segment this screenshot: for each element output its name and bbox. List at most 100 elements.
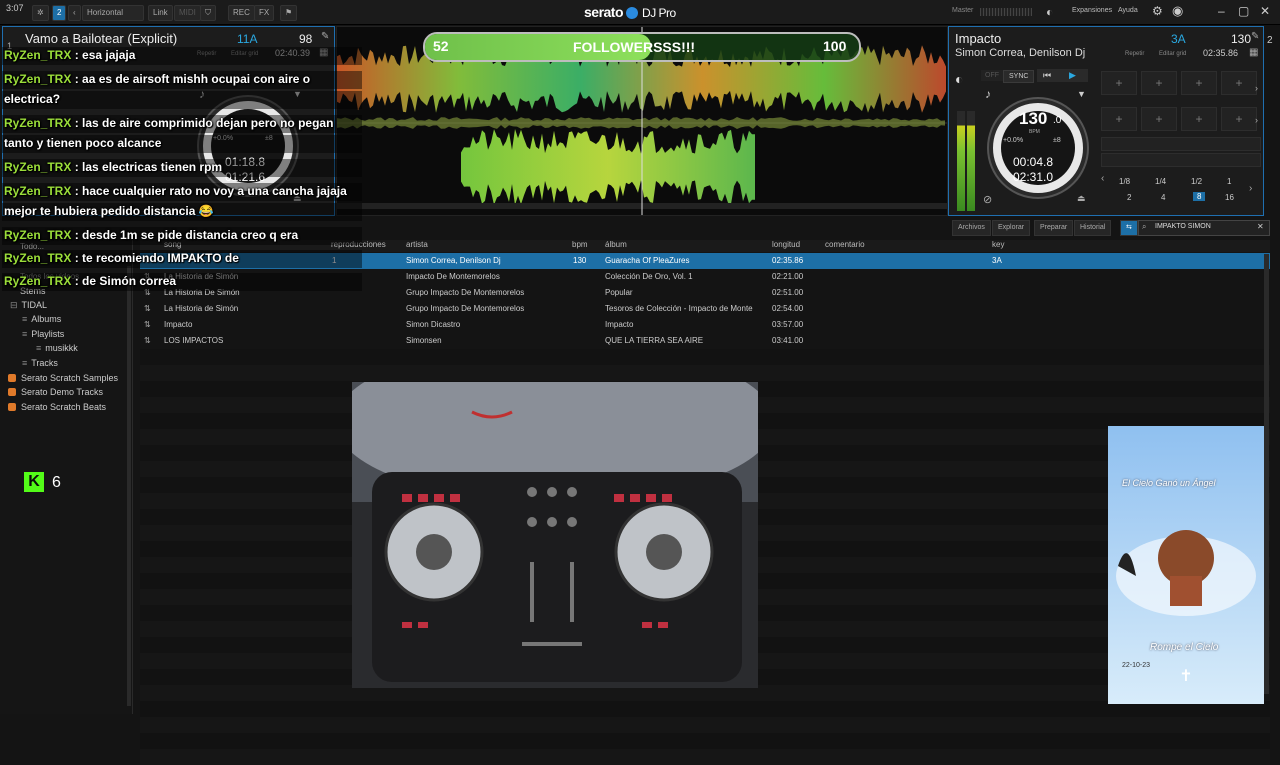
music-note-icon[interactable]: ♪ — [985, 87, 991, 101]
sidebar-item-playlists[interactable]: ≡ Playlists — [22, 329, 64, 339]
cell-length: 03:57.00 — [772, 320, 804, 329]
hotcue-pad-7[interactable]: + — [1181, 107, 1217, 131]
search-box[interactable]: ⌕ IMPAKTO SIMON ✕ — [1138, 220, 1270, 236]
loop-1-4[interactable]: 1/4 — [1155, 177, 1166, 186]
chat-text: : hace cualquier rato no voy a una canch… — [71, 184, 347, 198]
hotcue-pad-4[interactable]: + — [1221, 71, 1257, 95]
hotcue-pad-3[interactable]: + — [1181, 71, 1217, 95]
empty-row — [140, 717, 1270, 733]
fx-button[interactable]: FX — [254, 5, 275, 21]
sidebar-scrollbar[interactable] — [127, 266, 131, 706]
browse-tab[interactable]: Explorar — [992, 220, 1031, 236]
edit-icon[interactable]: ✎ — [321, 31, 329, 42]
close-icon[interactable]: ✕ — [1260, 4, 1270, 18]
memorial-poster: ✝ El Cielo Ganó un Ángel Rompe el Cielo … — [1108, 426, 1264, 704]
sidebar-item-tracks[interactable]: ≡ Tracks — [22, 358, 58, 368]
column-comment[interactable]: comentario — [825, 240, 865, 249]
loop-prev-icon[interactable]: ‹ — [1101, 173, 1104, 184]
moon-icon[interactable]: ◐ — [1046, 5, 1053, 19]
rec-button[interactable]: REC — [228, 5, 255, 21]
sync-off-button[interactable]: OFF — [981, 70, 1003, 81]
loop-slot-1[interactable] — [1101, 137, 1261, 151]
prepare-tab[interactable]: Preparar — [1034, 220, 1074, 236]
hotcue-pad-2[interactable]: + — [1141, 71, 1177, 95]
column-key[interactable]: key — [992, 240, 1004, 249]
maximize-icon[interactable]: ▢ — [1238, 4, 1249, 18]
deck-count-button[interactable]: 2 — [52, 5, 67, 21]
expansions-button[interactable]: Expansiones — [1072, 7, 1112, 14]
loop-2[interactable]: 2 — [1127, 193, 1131, 202]
platter-bpm-decimal: .0 — [1053, 115, 1062, 126]
chevron-right-icon[interactable]: › — [1255, 83, 1258, 93]
loop-1-8[interactable]: 1/8 — [1119, 177, 1130, 186]
shield-icon[interactable]: ⛉ — [200, 5, 216, 21]
cell-song: Impacto — [164, 320, 193, 329]
track-artist: Simon Correa, Denilson Dj — [955, 47, 1086, 59]
clear-search-icon[interactable]: ✕ — [1257, 222, 1264, 231]
chat-message: RyZen_TRX : de Simón correa — [4, 274, 176, 288]
chevron-right-icon-2[interactable]: › — [1255, 115, 1258, 125]
deck-number: 2 — [1267, 35, 1273, 46]
history-tab[interactable]: Historial — [1074, 220, 1112, 236]
column-artist[interactable]: artista — [406, 240, 428, 249]
sync-button[interactable]: SYNC — [1003, 70, 1035, 83]
table-row[interactable]: ⇅ La Historia de Simón Grupo Impacto De Mo… — [140, 301, 1270, 317]
column-bpm[interactable]: bpm — [572, 240, 588, 249]
loop-slot-2[interactable] — [1101, 153, 1261, 167]
empty-row — [140, 365, 1270, 381]
edit-icon[interactable]: ✎ — [1251, 31, 1259, 42]
column-length[interactable]: longitud — [772, 240, 800, 249]
sidebar-item-albums[interactable]: ≡ Albums — [22, 314, 61, 324]
hotcue-pad-5[interactable]: + — [1101, 107, 1137, 131]
loop-16[interactable]: 16 — [1225, 193, 1234, 202]
cell-artist: Simon Correa, Denilson Dj — [406, 256, 501, 265]
sidebar-item-musikkk[interactable]: ≡ musikkk — [36, 343, 78, 353]
table-row[interactable]: ⇅ LOS IMPACTOS Simonsen QUE LA TIERRA SEA A… — [140, 333, 1270, 349]
gear-icon[interactable]: ⚙ — [1152, 4, 1163, 18]
expand-icon[interactable]: ⊟ — [10, 300, 18, 310]
loop-1[interactable]: 1 — [1227, 177, 1231, 186]
table-row[interactable]: ⇅ Impacto Simon Dicastro Impacto 03:57.00 — [140, 317, 1270, 333]
table-scrollbar[interactable] — [1264, 254, 1269, 694]
master-volume-slider[interactable] — [980, 8, 1032, 16]
hotcue-pad-6[interactable]: + — [1141, 107, 1177, 131]
search-input[interactable]: IMPAKTO SIMON — [1155, 223, 1211, 230]
play-icon[interactable]: ▶ — [1057, 69, 1088, 82]
loop-8[interactable]: 8 — [1193, 192, 1206, 201]
flag-icon[interactable]: ⚑ — [280, 5, 298, 21]
help-menu[interactable]: Ayuda — [1118, 7, 1138, 14]
chevron-down-icon[interactable]: ▼ — [1077, 89, 1086, 99]
toggle-search-icon[interactable]: ⇆ — [1120, 220, 1138, 236]
settings-icon[interactable]: ✲ — [32, 5, 49, 21]
master-label: Master — [952, 7, 974, 14]
layout-select[interactable]: Horizontal — [82, 5, 144, 21]
files-tab[interactable]: Archivos — [952, 220, 991, 236]
loop-next-icon[interactable]: › — [1249, 183, 1252, 194]
column-album[interactable]: álbum — [605, 240, 627, 249]
chat-message: tanto y tienen poco alcance — [4, 136, 161, 150]
hotcue-pad-1[interactable]: + — [1101, 71, 1137, 95]
grid-icon[interactable]: ▦ — [1249, 47, 1258, 58]
midi-button[interactable]: MIDI — [174, 5, 201, 21]
slip-icon[interactable]: ⊘ — [983, 193, 992, 206]
sidebar-item-scratch-samples[interactable]: Serato Scratch Samples — [8, 373, 118, 383]
poster-date: 22-10-23 — [1122, 662, 1151, 669]
empty-row — [140, 701, 1270, 717]
loop-1-2[interactable]: 1/2 — [1191, 177, 1202, 186]
eject-icon[interactable]: ⏏ — [1077, 193, 1086, 204]
minimize-icon[interactable]: – — [1218, 4, 1225, 18]
half-moon-icon[interactable]: ◐ — [955, 71, 963, 87]
link-button[interactable]: Link — [148, 5, 173, 21]
hotcue-pad-8[interactable]: + — [1221, 107, 1257, 131]
sidebar-item-demo-tracks[interactable]: Serato Demo Tracks — [8, 387, 103, 397]
sidebar-item-tidal[interactable]: ⊟ TIDAL — [10, 300, 47, 311]
sidebar-item-scratch-beats[interactable]: Serato Scratch Beats — [8, 402, 106, 412]
edit-grid-button[interactable]: Editar grid — [1159, 51, 1186, 57]
user-avatar-icon[interactable]: ◉ — [1172, 3, 1183, 19]
chevron-left-icon[interactable]: ‹ — [68, 5, 81, 21]
loop-4[interactable]: 4 — [1161, 193, 1165, 202]
cell-bpm: 130 — [573, 256, 587, 265]
platter-bpm: 130 — [1019, 109, 1048, 128]
cue-icon[interactable]: ⏮ — [1037, 69, 1058, 82]
repeat-button[interactable]: Repetir — [1125, 51, 1144, 57]
